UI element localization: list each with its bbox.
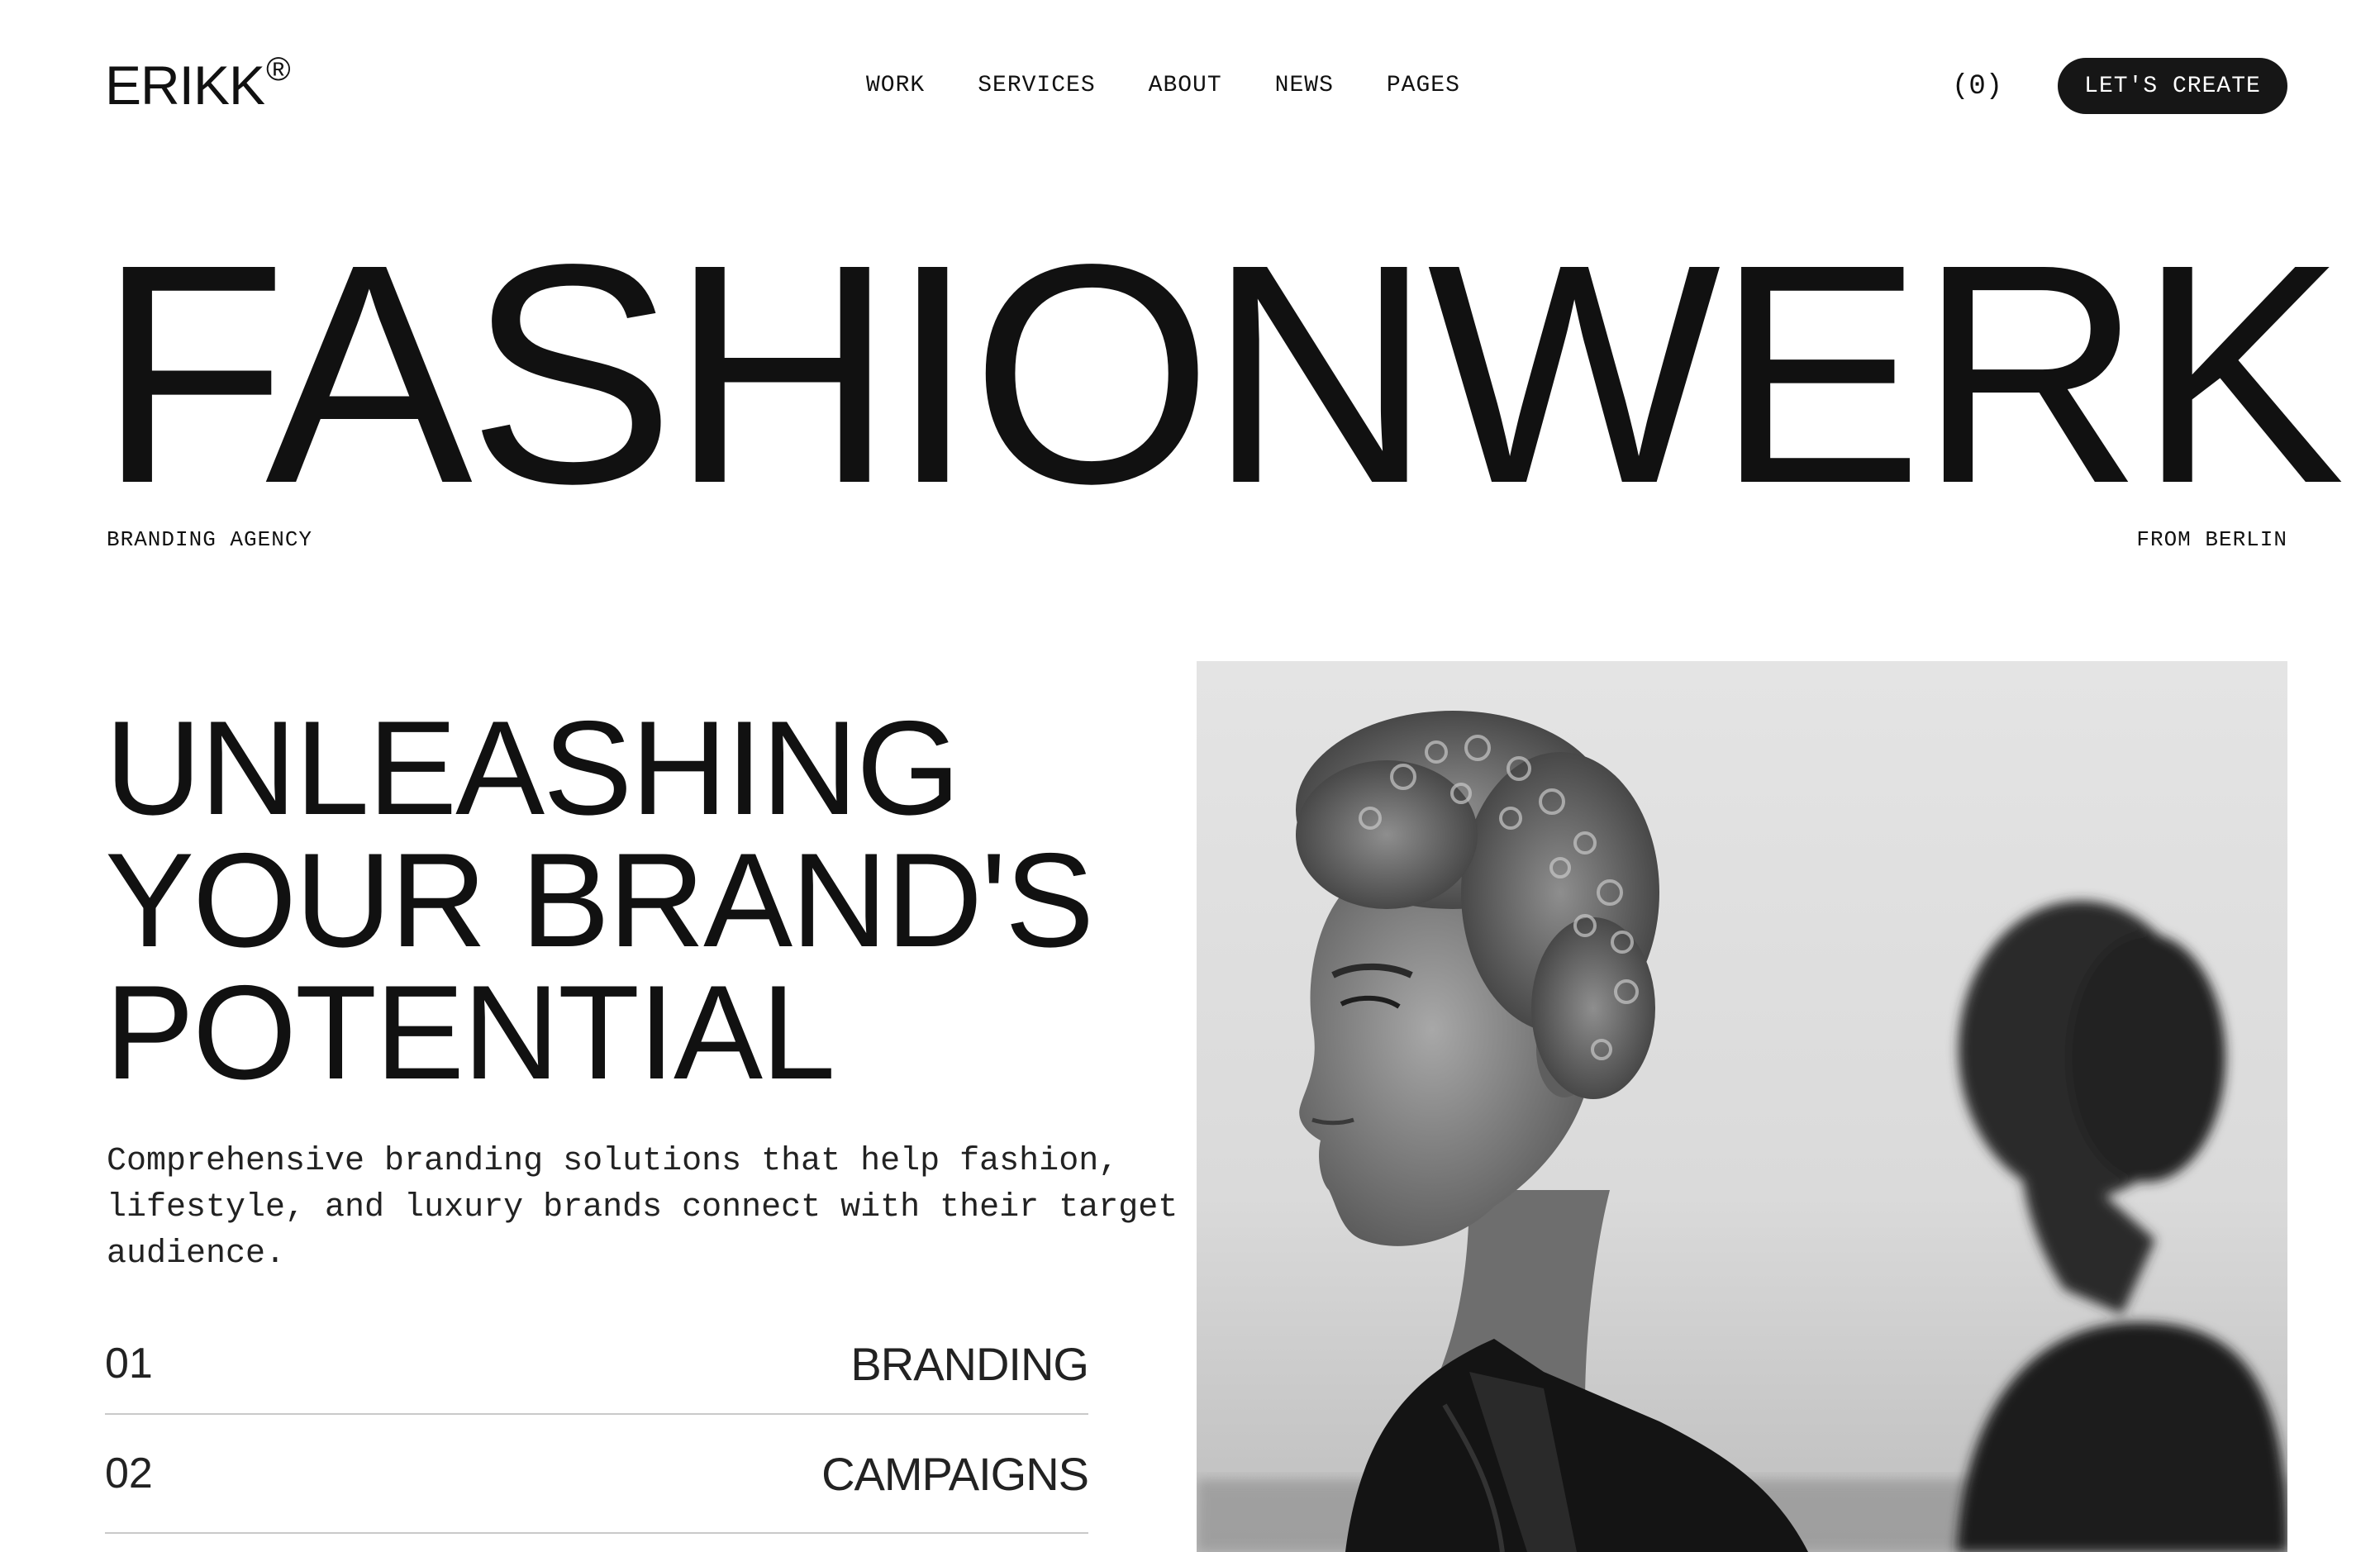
nav-item-services[interactable]: SERVICES (978, 73, 1095, 98)
portrait-illustration (1197, 661, 2287, 1552)
headline-line-1: UNLEASHING (105, 693, 960, 843)
tagline-right: FROM BERLIN (2136, 527, 2287, 552)
service-label: CAMPAIGNS (821, 1447, 1089, 1500)
nav-item-news[interactable]: NEWS (1275, 73, 1334, 98)
service-number: 01 (105, 1340, 153, 1388)
logo-registered-mark: ® (266, 51, 291, 88)
nav-item-work[interactable]: WORK (866, 73, 925, 98)
logo[interactable]: ERIKK® (105, 53, 291, 112)
nav-item-about[interactable]: ABOUT (1149, 73, 1222, 98)
tagline-left: BRANDING AGENCY (107, 527, 313, 552)
services-list: 01 BRANDING 02 CAMPAIGNS (105, 1314, 1089, 1534)
lets-create-button[interactable]: LET'S CREATE (2058, 58, 2287, 114)
service-row-campaigns[interactable]: 02 CAMPAIGNS (105, 1415, 1089, 1534)
logo-text: ERIKK (105, 55, 265, 116)
cart-count[interactable]: (0) (1952, 71, 2002, 102)
intro-description: Comprehensive branding solutions that he… (107, 1143, 1178, 1273)
headline-line-3: POTENTIAL (105, 958, 835, 1107)
main-headline: UNLEASHING YOUR BRAND'S POTENTIAL (105, 693, 1094, 1107)
headline-line-2: YOUR BRAND'S (105, 826, 1094, 975)
main-nav: WORK SERVICES ABOUT NEWS PAGES (866, 73, 1460, 98)
service-row-branding[interactable]: 01 BRANDING (105, 1314, 1089, 1415)
service-number: 02 (105, 1450, 153, 1497)
portrait-photo (1197, 661, 2287, 1552)
nav-item-pages[interactable]: PAGES (1387, 73, 1460, 98)
service-label: BRANDING (850, 1337, 1089, 1390)
hero-wordmark: FASHIONWERK (98, 200, 2345, 549)
